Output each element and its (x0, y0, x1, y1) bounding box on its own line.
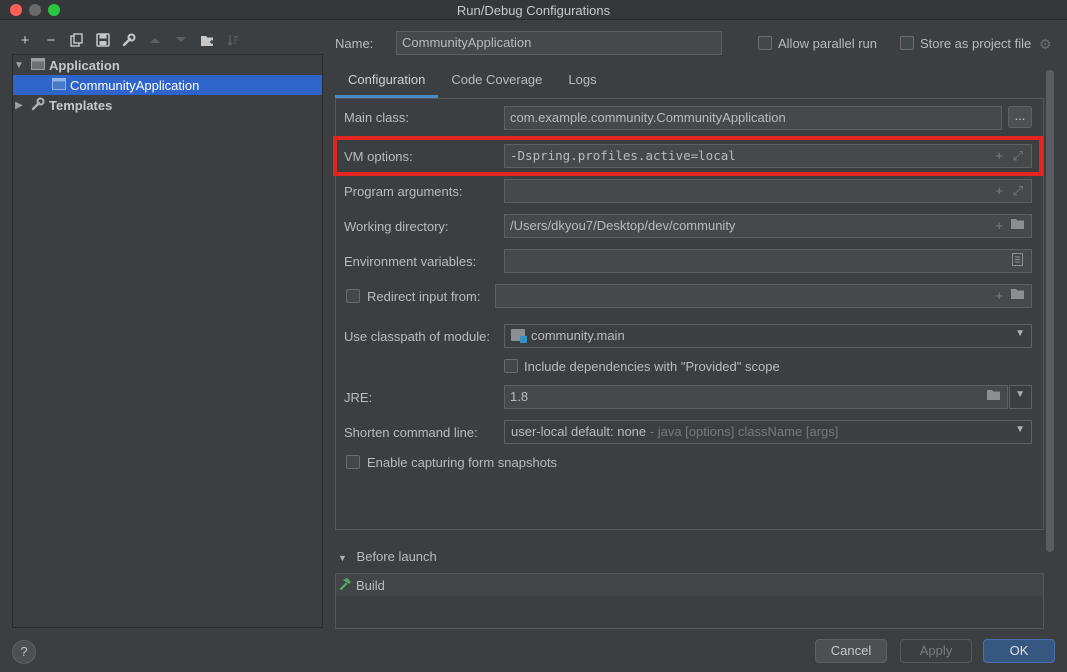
redirect-label: Redirect input from: (367, 289, 481, 304)
tab-bar: Configuration Code Coverage Logs (335, 66, 610, 98)
jre-value: 1.8 (510, 389, 529, 404)
apply-button[interactable]: Apply (900, 639, 972, 663)
hammer-icon (338, 577, 352, 594)
tab-code-coverage[interactable]: Code Coverage (438, 66, 555, 98)
tab-configuration[interactable]: Configuration (335, 66, 439, 98)
redirect-input-checkbox[interactable] (346, 289, 360, 303)
shorten-label: Shorten command line: (344, 425, 478, 440)
folder-icon[interactable] (1010, 288, 1025, 303)
vertical-scrollbar[interactable] (1046, 70, 1054, 552)
tree-item-label: CommunityApplication (70, 77, 200, 93)
working-dir-value: /Users/dkyou7/Desktop/dev/community (510, 218, 736, 233)
shorten-select[interactable]: user-local default: none - java [options… (504, 420, 1032, 444)
build-task-label: Build (356, 577, 385, 593)
main-class-label: Main class: (344, 110, 410, 125)
tab-logs[interactable]: Logs (555, 66, 609, 98)
redirect-input[interactable]: + (495, 284, 1032, 308)
include-deps-label: Include dependencies with "Provided" sco… (524, 359, 780, 374)
save-icon[interactable] (90, 29, 116, 51)
add-icon[interactable]: + (995, 218, 1003, 233)
main-class-input[interactable]: com.example.community.CommunityApplicati… (504, 106, 1002, 130)
add-icon[interactable]: + (12, 29, 38, 51)
document-icon[interactable] (1012, 253, 1023, 269)
folder-icon[interactable] (194, 29, 220, 51)
wrench-icon (31, 97, 45, 114)
add-icon[interactable]: + (995, 183, 1003, 198)
folder-icon[interactable] (986, 389, 1001, 404)
program-args-input[interactable]: + ⤢ (504, 179, 1032, 203)
copy-icon[interactable] (64, 29, 90, 51)
expand-arrow-icon[interactable]: ▼ (13, 60, 25, 71)
chevron-down-icon: ▼ (338, 553, 347, 563)
before-launch-title: Before launch (356, 549, 437, 564)
module-icon (511, 329, 527, 343)
store-project-checkbox[interactable] (900, 36, 914, 50)
before-launch-header[interactable]: ▼ Before launch (335, 549, 437, 569)
templates-label: Templates (49, 97, 113, 113)
classpath-value: community.main (531, 328, 625, 343)
cancel-button[interactable]: Cancel (815, 639, 887, 663)
chevron-down-icon: ▼ (1015, 328, 1025, 339)
config-toolbar: + − (12, 28, 246, 52)
shorten-value: user-local default: none (511, 424, 647, 439)
chevron-down-icon: ▼ (1015, 424, 1025, 435)
ok-button[interactable]: OK (983, 639, 1055, 663)
include-deps-checkbox[interactable] (504, 359, 518, 373)
gear-icon[interactable]: ⚙ (1039, 36, 1052, 53)
store-project-label: Store as project file (920, 36, 1032, 51)
env-vars-input[interactable] (504, 249, 1032, 273)
remove-icon[interactable]: − (38, 29, 64, 51)
config-tree: ▼ Application CommunityApplication ▶ Tem… (12, 54, 323, 628)
program-args-label: Program arguments: (344, 184, 463, 199)
name-label: Name: (335, 36, 374, 51)
move-down-icon (168, 29, 194, 51)
jre-dropdown-button[interactable]: ▼ (1009, 385, 1032, 409)
tree-group-application[interactable]: ▼ Application (13, 55, 322, 75)
shorten-hint: - java [options] className [args] (646, 424, 839, 439)
list-item[interactable]: Build (336, 574, 1043, 596)
working-dir-label: Working directory: (344, 219, 449, 234)
tree-group-templates[interactable]: ▶ Templates (13, 95, 322, 115)
allow-parallel-label: Allow parallel run (778, 36, 877, 51)
jre-label: JRE: (344, 390, 373, 405)
add-icon[interactable]: + (995, 288, 1003, 303)
working-dir-input[interactable]: /Users/dkyou7/Desktop/dev/community + (504, 214, 1032, 238)
sort-icon (220, 29, 246, 51)
application-icon (31, 57, 45, 73)
expand-icon[interactable]: ⤢ (1013, 183, 1023, 199)
before-launch-list: Build (335, 573, 1044, 629)
allow-parallel-checkbox[interactable] (758, 36, 772, 50)
name-input[interactable]: CommunityApplication (396, 31, 722, 55)
help-button[interactable]: ? (12, 640, 36, 664)
jre-input[interactable]: 1.8 (504, 385, 1008, 409)
tree-item-community-application[interactable]: CommunityApplication (13, 75, 322, 95)
wrench-icon[interactable] (116, 29, 142, 51)
tree-group-label: Application (49, 57, 120, 73)
chevron-down-icon: ▼ (1015, 389, 1025, 400)
application-config-icon (52, 77, 66, 93)
folder-icon[interactable] (1010, 218, 1025, 233)
classpath-label: Use classpath of module: (344, 329, 490, 344)
move-up-icon (142, 29, 168, 51)
collapse-arrow-icon[interactable]: ▶ (13, 100, 25, 111)
vm-options-highlight (333, 136, 1043, 176)
snapshots-label: Enable capturing form snapshots (367, 455, 558, 470)
browse-main-class-button[interactable]: ... (1008, 106, 1032, 128)
title-bar: Run/Debug Configurations (0, 0, 1067, 20)
env-vars-label: Environment variables: (344, 254, 477, 269)
snapshots-checkbox[interactable] (346, 455, 360, 469)
window-title: Run/Debug Configurations (456, 3, 611, 18)
classpath-module-select[interactable]: community.main ▼ (504, 324, 1032, 348)
